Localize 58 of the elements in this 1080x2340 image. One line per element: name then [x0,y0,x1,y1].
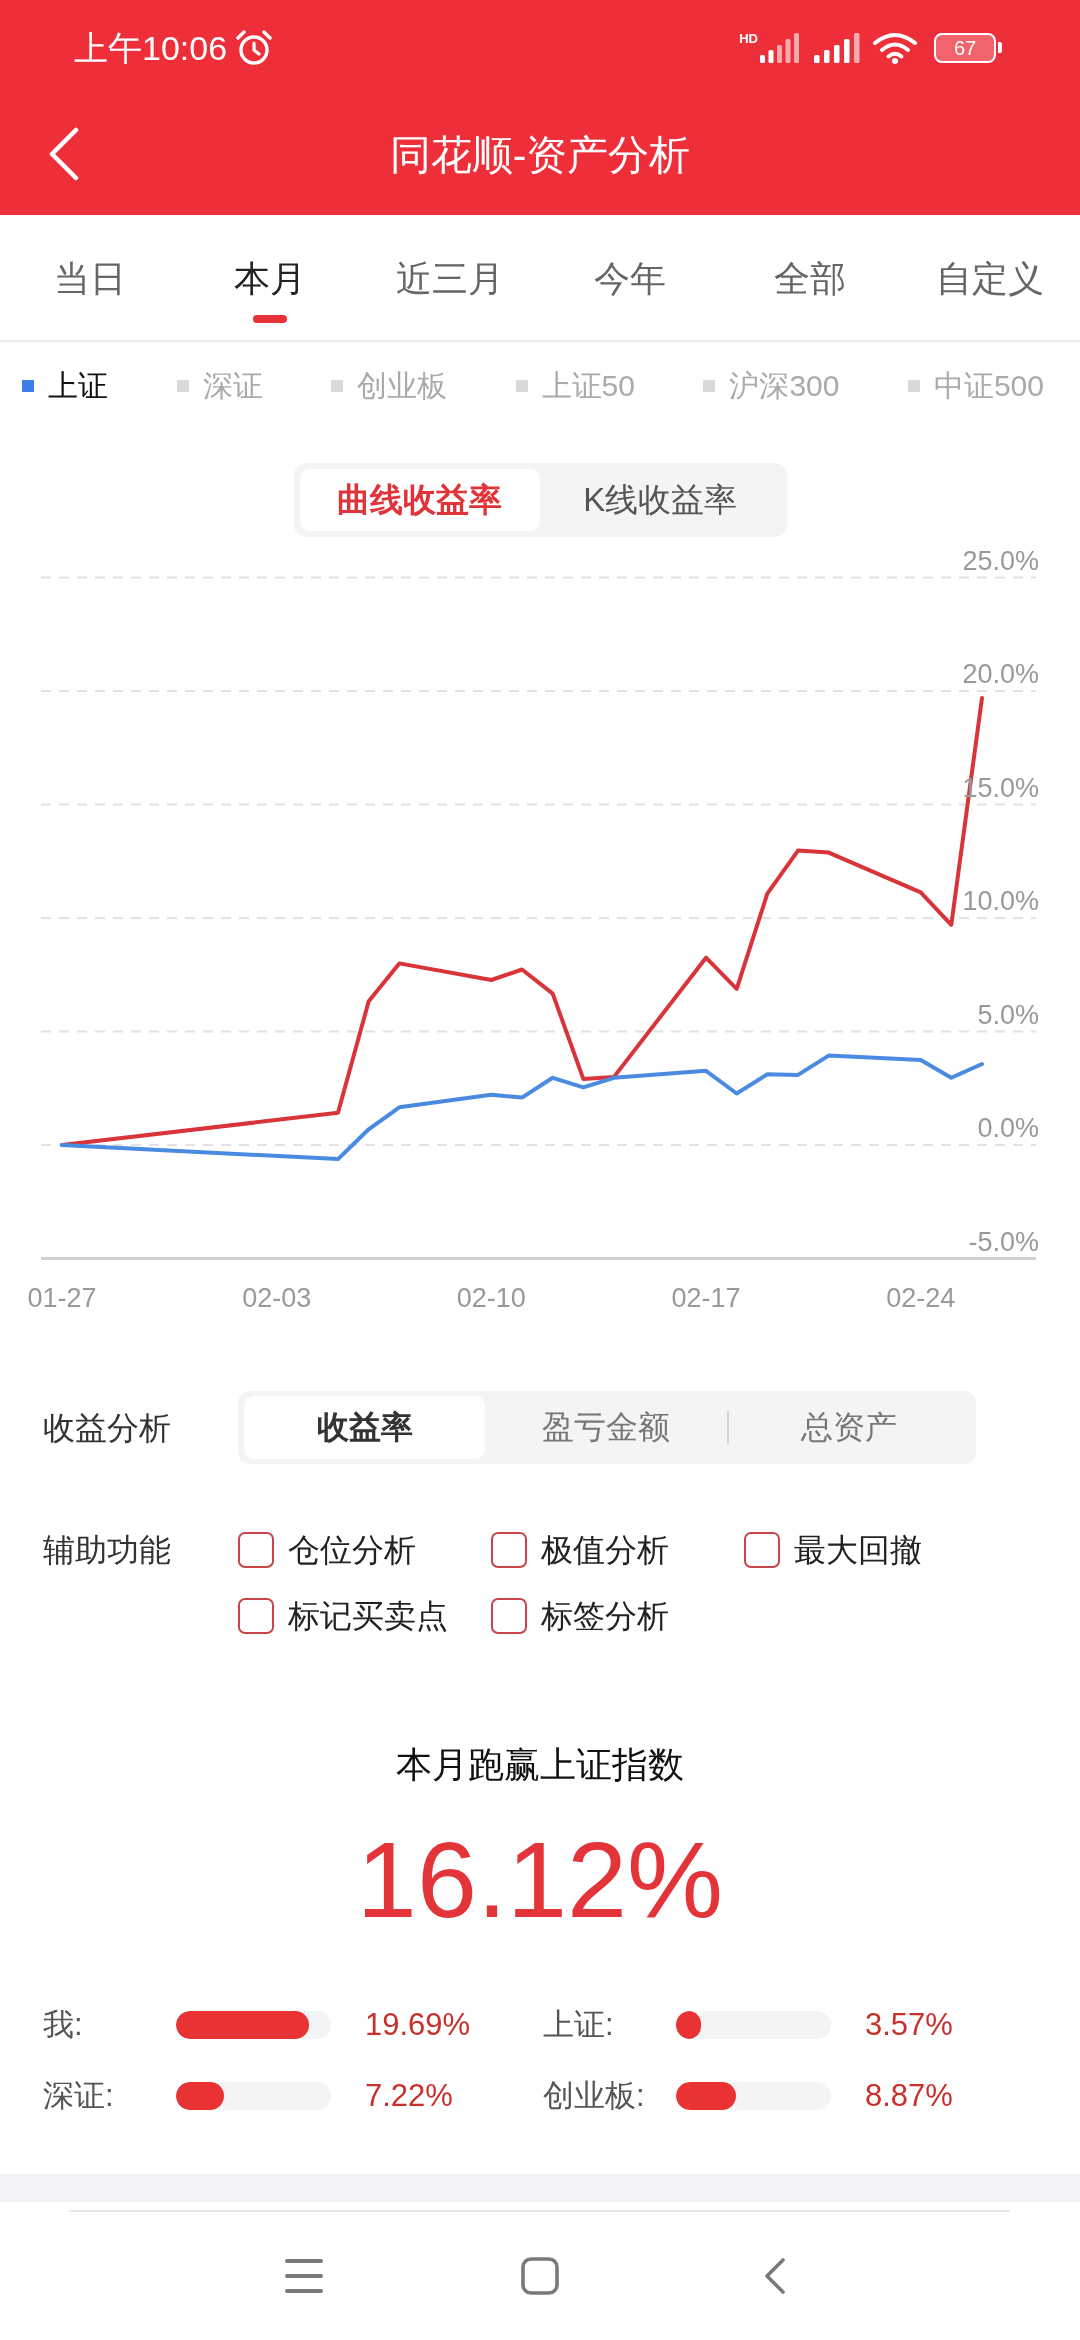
checkbox-label[interactable]: 标签分析 [541,1596,669,1636]
comparison-label: 上证: [543,2006,615,2044]
period-tab[interactable]: 本月 [180,215,360,340]
segment-option[interactable]: 收益率 [244,1396,486,1459]
status-time: 上午10:06 [74,27,228,68]
signal-icon [814,32,860,63]
period-tab[interactable]: 全部 [720,215,900,340]
x-axis-label: 02-10 [456,1283,526,1313]
battery-level-text: 67 [953,36,977,59]
checkbox-label[interactable]: 极值分析 [541,1530,669,1570]
y-axis-label: 0.0% [977,1113,1039,1143]
signal-icon [760,32,800,63]
segment-option[interactable]: 总资产 [728,1396,970,1459]
outperformance-value: 16.12% [355,1818,725,1942]
alarm-clock-icon [235,28,274,67]
y-axis-label: 20.0% [962,659,1039,689]
chart-mode-option[interactable]: 曲线收益率 [299,469,540,531]
x-axis-label: 02-17 [671,1283,741,1313]
checkbox[interactable] [238,1598,274,1634]
comparison-label: 我: [43,2006,84,2044]
section-label: 辅助功能 [43,1531,172,1570]
y-axis-label: 5.0% [977,999,1039,1030]
comparison-value: 8.87% [865,2077,953,2115]
home-icon[interactable] [521,2257,559,2295]
page-title: 同花顺-资产分析 [389,131,691,180]
comparison-value: 7.22% [365,2077,453,2115]
chart-mode-option[interactable]: K线收益率 [540,469,781,531]
underline-indicator [253,315,287,323]
comparison-value: 19.69% [365,2006,471,2044]
period-tab[interactable]: 今年 [540,215,720,340]
checkbox[interactable] [744,1532,780,1568]
checkbox-label[interactable]: 标记买卖点 [288,1596,448,1636]
x-axis-label: 02-24 [886,1283,956,1313]
checkbox[interactable] [238,1532,274,1568]
y-axis-label: -5.0% [968,1226,1039,1257]
network-type-label: HD [739,32,758,46]
period-tab[interactable]: 当日 [0,215,180,340]
checkbox-label[interactable]: 仓位分析 [288,1530,416,1570]
period-tab[interactable]: 自定义 [900,215,1080,340]
segment-option[interactable]: 盈亏金额 [485,1396,727,1459]
period-tab[interactable]: 近三月 [360,215,540,340]
comparison-label: 创业板: [543,2077,646,2115]
summary-title: 本月跑赢上证指数 [395,1743,685,1787]
x-axis-label: 01-27 [27,1283,97,1313]
section-label: 收益分析 [43,1408,172,1448]
checkbox[interactable] [491,1598,527,1634]
comparison-label: 深证: [43,2077,115,2115]
comparison-value: 3.57% [865,2006,953,2044]
x-axis-label: 02-03 [242,1283,312,1313]
checkbox-label[interactable]: 最大回撤 [794,1530,922,1570]
chevron-left-icon [48,127,80,181]
legend-item[interactable]: 上证 [22,368,108,404]
wifi-icon [872,31,918,64]
y-axis-label: 25.0% [962,545,1039,576]
checkbox[interactable] [491,1532,527,1568]
back-icon[interactable] [764,2258,786,2294]
y-axis-label: 10.0% [962,886,1039,916]
menu-icon[interactable] [285,2258,323,2294]
